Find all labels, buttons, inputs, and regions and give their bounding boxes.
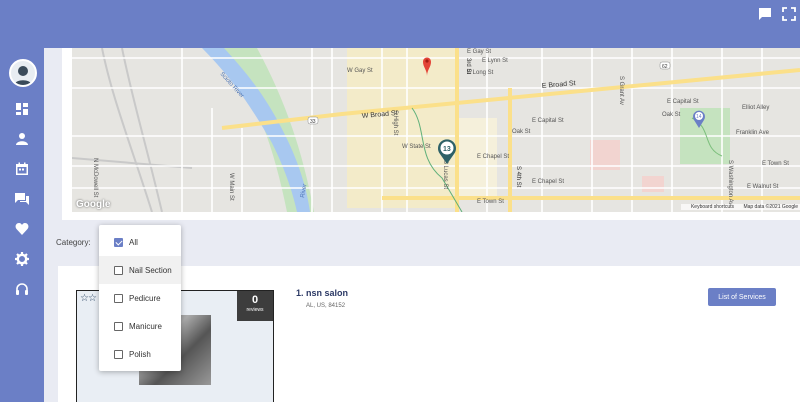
keyboard-shortcuts-link[interactable]: Keyboard shortcuts [691,204,734,210]
star-icon: ☆ [80,293,89,304]
salon-address: AL, US, 84152 [306,303,346,309]
svg-text:E Town St: E Town St [477,199,504,205]
svg-text:E Capital St: E Capital St [532,118,564,124]
calendar-icon[interactable] [15,162,29,176]
svg-text:S High St: S High St [392,110,398,136]
gear-icon[interactable] [15,252,29,266]
star-icon: ☆ [87,293,97,304]
checkbox[interactable] [114,350,123,359]
svg-text:S Washington Av: S Washington Av [727,160,733,205]
map-attribution: Keyboard shortcuts Map data ©2021 Google [680,204,800,210]
chat-icon[interactable] [15,192,29,206]
top-bar [0,0,800,48]
option-label: Pedicure [129,294,161,303]
category-option-all[interactable]: All [99,228,181,256]
category-option-pedicure[interactable]: Pedicure [99,284,181,312]
svg-text:W State St: W State St [402,144,431,150]
user-avatar-icon [13,66,33,85]
svg-text:S 4th St: S 4th St [515,166,521,188]
svg-text:E Walnut St: E Walnut St [747,184,779,190]
checkbox[interactable] [114,238,123,247]
svg-text:13: 13 [443,146,451,153]
reviews-label: reviews [246,307,264,313]
chat-icon[interactable] [758,7,772,21]
map-data-text: Map data ©2021 Google [743,204,798,210]
svg-text:E Chapel St: E Chapel St [477,154,509,160]
svg-text:E Capital St: E Capital St [667,99,699,105]
svg-text:Oak St: Oak St [512,129,531,135]
category-option-polish[interactable]: Polish [99,340,181,368]
avatar[interactable] [9,59,37,87]
category-dropdown[interactable]: All Nail Section Pedicure Manicure Polis… [99,225,181,371]
google-logo[interactable]: Google [76,199,110,210]
salon-name[interactable]: 1. nsn salon [296,288,348,298]
option-label: Manicure [129,322,162,331]
user-icon[interactable] [15,132,29,146]
category-option-manicure[interactable]: Manicure [99,312,181,340]
svg-text:E Chapel St: E Chapel St [532,179,564,185]
svg-text:W Gay St: W Gay St [347,68,373,74]
svg-text:S Grant Av: S Grant Av [618,76,624,105]
option-label: All [129,238,138,247]
option-label: Polish [129,350,151,359]
svg-text:S Lucas St: S Lucas St [442,160,448,189]
option-label: Nail Section [129,266,172,275]
checkbox[interactable] [114,294,123,303]
svg-text:E Lynn St: E Lynn St [482,58,508,64]
svg-text:3rd St: 3rd St [465,58,471,74]
checkbox[interactable] [114,322,123,331]
svg-text:Franklin Ave: Franklin Ave [736,130,770,136]
map-canvas[interactable]: Scioto River River W Broad St E Broad St… [72,48,800,212]
dashboard-icon[interactable] [15,102,29,116]
svg-text:Oak St: Oak St [662,112,681,118]
reviews-count: 0 [251,294,259,306]
map[interactable]: Scioto River River W Broad St E Broad St… [72,48,800,212]
headset-icon[interactable] [15,282,29,296]
svg-text:Elliot Alley: Elliot Alley [742,105,769,111]
svg-text:E Town St: E Town St [762,161,789,167]
svg-text:N McDowell St: N McDowell St [92,158,98,198]
sidebar [0,48,44,402]
checkbox[interactable] [114,266,123,275]
svg-text:33: 33 [310,119,316,125]
svg-text:E Gay St: E Gay St [467,49,491,55]
svg-text:62: 62 [662,64,668,70]
rating-stars: ☆☆ [80,293,97,304]
category-option-nail-section[interactable]: Nail Section [99,256,181,284]
reviews-badge: 0 reviews [237,291,273,321]
svg-text:14: 14 [696,114,702,120]
svg-text:W Main St: W Main St [228,173,234,201]
map-card: Scioto River River W Broad St E Broad St… [62,48,800,220]
category-label: Category: [56,238,91,247]
fullscreen-icon[interactable] [782,7,796,21]
heart-icon[interactable] [15,222,29,236]
list-of-services-button[interactable]: List of Services [708,288,776,306]
